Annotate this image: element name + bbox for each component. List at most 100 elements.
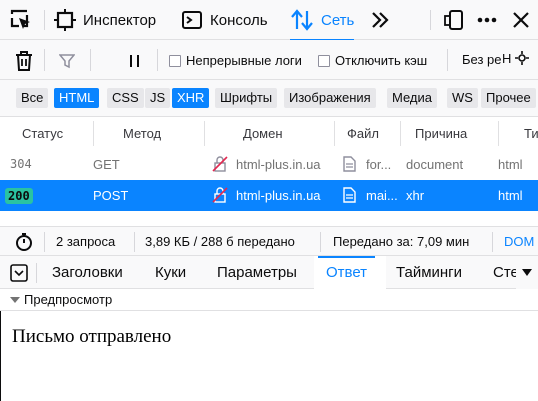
- request-status: 304: [10, 157, 32, 171]
- request-file: for...: [366, 157, 392, 172]
- persist-logs-label: Непрерывные логи: [186, 53, 302, 68]
- column-divider[interactable]: [334, 121, 335, 146]
- file-icon: [343, 187, 356, 203]
- request-count: 2 запроса: [56, 234, 116, 249]
- har-menu[interactable]: Н: [502, 51, 530, 66]
- tab-console-label: Консоль: [210, 11, 268, 29]
- requests-table-header: Статус Метод Домен Файл Причина Ти: [0, 117, 538, 150]
- toolbar-divider: [90, 49, 91, 71]
- panel-edge: [0, 311, 1, 401]
- chevron-double-right-icon: [372, 12, 389, 28]
- responsive-design-icon: [444, 10, 463, 30]
- more-tabs-button[interactable]: [370, 0, 390, 40]
- more-options-button[interactable]: [476, 0, 498, 40]
- request-domain: html-plus.in.ua: [236, 188, 321, 203]
- tab-inspector[interactable]: Инспектор: [54, 0, 156, 40]
- filter-other[interactable]: Прочее: [481, 88, 536, 108]
- request-method: POST: [93, 188, 129, 203]
- transferred-size: 3,89 КБ / 288 б передано: [145, 234, 295, 249]
- filter-ws[interactable]: WS: [447, 88, 478, 108]
- more-options-icon: [477, 17, 497, 23]
- tabs-divider: [36, 263, 37, 283]
- checkbox-box[interactable]: [169, 54, 181, 67]
- column-domain[interactable]: Домен: [243, 117, 283, 150]
- console-icon: [182, 11, 202, 29]
- column-method[interactable]: Метод: [123, 117, 161, 150]
- table-row[interactable]: 304 GET html-plus.in.ua for... document …: [0, 149, 538, 180]
- persist-logs-checkbox[interactable]: Непрерывные логи: [169, 53, 302, 68]
- filter-images[interactable]: Изображения: [284, 88, 376, 108]
- close-button[interactable]: [512, 0, 530, 40]
- toolbar-divider: [430, 10, 431, 30]
- toggle-panel-icon[interactable]: [10, 264, 28, 282]
- tab-inspector-label: Инспектор: [83, 11, 157, 29]
- pause-icon[interactable]: [128, 54, 142, 68]
- filter-all[interactable]: Все: [16, 88, 49, 108]
- summary-divider: [44, 232, 45, 252]
- tab-params[interactable]: Параметры: [217, 256, 297, 289]
- summary-divider: [320, 232, 321, 252]
- column-type[interactable]: Ти: [524, 117, 538, 150]
- request-domain: html-plus.in.ua: [236, 157, 321, 172]
- tab-response[interactable]: Ответ: [317, 256, 376, 289]
- tab-timings[interactable]: Тайминги: [396, 256, 462, 289]
- request-status: 200: [5, 180, 33, 211]
- trash-icon[interactable]: [14, 50, 34, 72]
- summary-divider: [492, 232, 493, 252]
- finish-time: Передано за: 7,09 мин: [333, 234, 470, 249]
- har-menu-label: Н: [502, 51, 512, 66]
- network-summary: 2 запроса 3,89 КБ / 288 б передано Перед…: [0, 226, 538, 256]
- preview-header[interactable]: Предпросмотр: [0, 289, 538, 311]
- responsive-design-button[interactable]: [444, 0, 464, 40]
- tab-network[interactable]: Сеть: [290, 0, 355, 41]
- toolbar-divider: [157, 49, 158, 71]
- request-type-filters: Все HTML CSS JS XHR Шрифты Изображения М…: [0, 80, 538, 117]
- toolbar-divider: [447, 49, 448, 71]
- request-type: html: [498, 188, 523, 203]
- filter-icon[interactable]: [59, 53, 75, 69]
- details-tabs: Заголовки Куки Параметры Ответ Тайминги …: [0, 256, 538, 290]
- column-cause[interactable]: Причина: [415, 117, 467, 150]
- file-icon: [343, 156, 356, 172]
- request-type: html: [498, 157, 523, 172]
- column-file[interactable]: Файл: [347, 117, 379, 150]
- insecure-lock-icon: [212, 187, 228, 203]
- preview-label: Предпросмотр: [24, 292, 113, 307]
- table-row[interactable]: 200 POST html-plus.in.ua mai... xhr html: [0, 180, 538, 211]
- throttling-select[interactable]: Без ре: [462, 52, 502, 67]
- filter-xhr[interactable]: XHR: [172, 88, 210, 108]
- inspector-icon: [54, 9, 76, 31]
- column-divider[interactable]: [400, 121, 401, 146]
- caret-down-icon: [10, 296, 20, 303]
- insecure-lock-icon: [212, 156, 228, 172]
- tab-stack[interactable]: Сте: [493, 256, 519, 289]
- disable-cache-label: Отключить кэш: [335, 53, 428, 68]
- dom-content-loaded: DOM: [504, 234, 535, 249]
- throttling-label: Без ре: [462, 52, 502, 67]
- filter-fonts[interactable]: Шрифты: [215, 88, 278, 108]
- close-icon: [513, 12, 529, 28]
- tabs-overflow-button[interactable]: [516, 256, 538, 289]
- filter-js[interactable]: JS: [145, 88, 171, 108]
- devtools-toolbar: Инспектор Консоль Сеть: [0, 0, 538, 41]
- filter-html[interactable]: HTML: [54, 88, 100, 108]
- column-status[interactable]: Статус: [22, 117, 63, 150]
- filter-css[interactable]: CSS: [107, 88, 144, 108]
- filter-media[interactable]: Медиа: [387, 88, 437, 108]
- column-divider[interactable]: [204, 121, 205, 146]
- column-divider[interactable]: [498, 121, 499, 146]
- network-toolbar: Непрерывные логи Отключить кэш Без ре Н: [0, 40, 538, 80]
- tab-cookies[interactable]: Куки: [155, 256, 186, 289]
- request-method: GET: [93, 157, 120, 172]
- tab-headers[interactable]: Заголовки: [52, 256, 123, 289]
- toolbar-divider: [44, 49, 45, 71]
- element-picker-icon[interactable]: [10, 9, 32, 31]
- checkbox-box[interactable]: [318, 54, 330, 67]
- request-cause: xhr: [406, 188, 425, 203]
- column-divider[interactable]: [93, 121, 94, 146]
- caret-down-icon: [522, 269, 532, 276]
- network-icon: [291, 9, 313, 31]
- stopwatch-icon[interactable]: [14, 232, 34, 252]
- disable-cache-checkbox[interactable]: Отключить кэш: [318, 53, 427, 68]
- tab-console[interactable]: Консоль: [181, 0, 268, 40]
